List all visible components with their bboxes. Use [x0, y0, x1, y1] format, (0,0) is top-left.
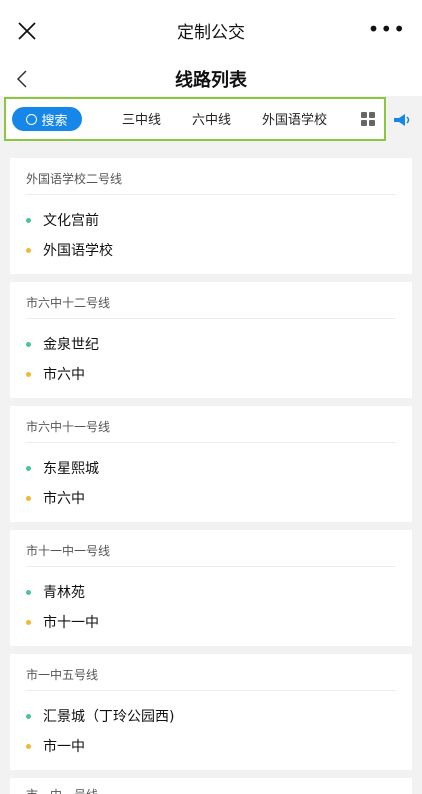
route-name: 市一中五号线 [26, 668, 99, 682]
divider [26, 194, 396, 195]
start-stop: 东星熙城 [26, 458, 99, 478]
end-dot-icon [26, 247, 31, 253]
route-name: 市六中十一号线 [26, 420, 111, 434]
end-dot-icon [26, 619, 31, 625]
route-name: 外国语学校二号线 [26, 172, 123, 186]
divider [26, 318, 396, 319]
start-stop: 青林苑 [26, 582, 85, 602]
end-stop-label: 市一中 [43, 739, 85, 755]
divider [26, 566, 396, 567]
end-stop: 外国语学校 [26, 240, 113, 260]
end-stop-label: 市六中 [43, 491, 85, 507]
route-card[interactable]: 市六中十二号线 金泉世纪 市六中 [10, 282, 412, 398]
grid-icon[interactable] [361, 112, 375, 126]
search-label: 搜索 [41, 113, 68, 129]
route-name: 市一中一号线 [26, 786, 98, 794]
end-stop: 市十一中 [26, 612, 99, 632]
tab-sanzhong[interactable]: 三中线 [122, 109, 161, 128]
tab-waiguoyu[interactable]: 外国语学校 [262, 109, 327, 128]
search-button[interactable]: 搜索 [12, 107, 82, 131]
end-stop-label: 外国语学校 [43, 243, 113, 259]
end-stop-label: 市六中 [43, 367, 85, 383]
start-dot-icon [26, 217, 31, 223]
end-stop: 市六中 [26, 488, 85, 508]
start-dot-icon [26, 713, 31, 719]
route-card[interactable]: 市一中一号线 [10, 778, 412, 794]
app-title: 定制公交 [177, 23, 245, 43]
search-icon [26, 113, 38, 125]
end-dot-icon [26, 371, 31, 377]
end-dot-icon [26, 495, 31, 501]
top-bar: 定制公交 ••• [0, 0, 422, 62]
route-card[interactable]: 市十一中一号线 青林苑 市十一中 [10, 530, 412, 646]
end-dot-icon [26, 743, 31, 749]
divider [26, 690, 396, 691]
divider [26, 442, 396, 443]
start-dot-icon [26, 465, 31, 471]
tab-liuzhong[interactable]: 六中线 [192, 109, 231, 128]
start-dot-icon [26, 341, 31, 347]
start-stop: 金泉世纪 [26, 334, 99, 354]
start-stop-label: 青林苑 [43, 585, 85, 601]
route-tabs: 搜索 三中线 六中线 外国语学校 [4, 97, 386, 141]
nav-bar: 线路列表 [0, 62, 422, 96]
end-stop: 市一中 [26, 736, 85, 756]
start-dot-icon [26, 589, 31, 595]
start-stop-label: 文化宫前 [43, 213, 99, 229]
start-stop-label: 汇景城（丁玲公园西) [43, 709, 175, 725]
end-stop: 市六中 [26, 364, 85, 384]
end-stop-label: 市十一中 [43, 615, 99, 631]
route-card[interactable]: 市一中五号线 汇景城（丁玲公园西) 市一中 [10, 654, 412, 770]
route-name: 市十一中一号线 [26, 544, 111, 558]
route-name: 市六中十二号线 [26, 296, 111, 310]
start-stop: 汇景城（丁玲公园西) [26, 706, 174, 726]
page-title: 线路列表 [175, 70, 247, 91]
megaphone-icon[interactable] [392, 112, 412, 128]
start-stop: 文化宫前 [26, 210, 99, 230]
start-stop-label: 金泉世纪 [43, 337, 99, 353]
more-icon[interactable]: ••• [368, 19, 406, 39]
start-stop-label: 东星熙城 [43, 461, 99, 477]
route-card[interactable]: 市六中十一号线 东星熙城 市六中 [10, 406, 412, 522]
route-card[interactable]: 外国语学校二号线 文化宫前 外国语学校 [10, 158, 412, 274]
